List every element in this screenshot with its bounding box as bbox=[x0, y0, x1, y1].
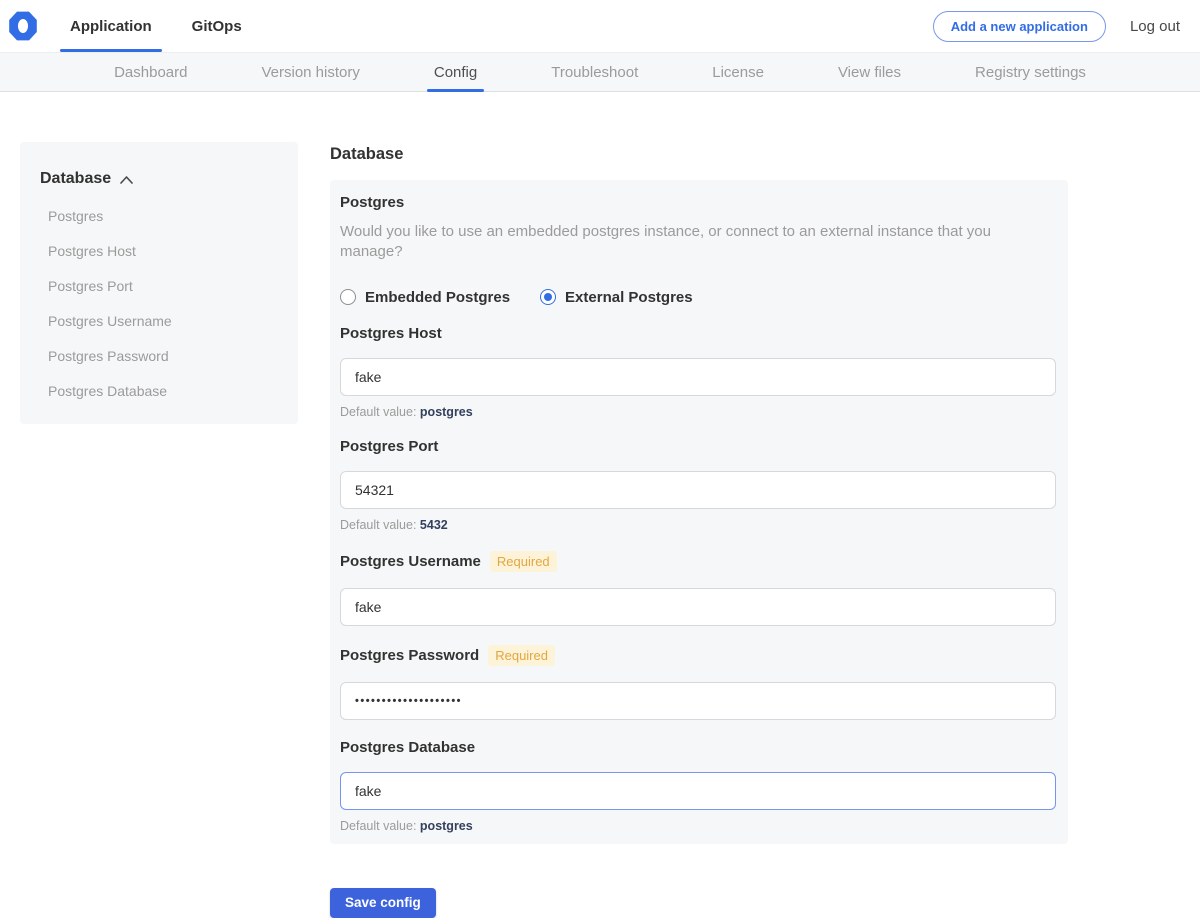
sidebar-item-postgres-host[interactable]: Postgres Host bbox=[40, 244, 278, 258]
field-label-text: Postgres Host bbox=[340, 325, 442, 342]
subnav-item-version-history[interactable]: Version history bbox=[254, 53, 366, 91]
field-label-postgres-username: Postgres Username Required bbox=[340, 551, 1056, 572]
field-label-postgres-database: Postgres Database bbox=[340, 739, 1056, 756]
add-new-application-button[interactable]: Add a new application bbox=[933, 11, 1106, 42]
header-tab-gitops[interactable]: GitOps bbox=[182, 0, 252, 52]
default-value: postgres bbox=[420, 819, 473, 833]
sidebar-group-label: Database bbox=[40, 170, 111, 188]
default-value-prefix: Default value: bbox=[340, 405, 416, 419]
config-group-panel: Postgres Would you like to use an embedd… bbox=[330, 180, 1068, 844]
subnav-item-license[interactable]: License bbox=[705, 53, 771, 91]
subnav-item-registry-settings[interactable]: Registry settings bbox=[968, 53, 1093, 91]
default-value-line: Default value: postgres bbox=[340, 405, 1056, 419]
sidebar-item-postgres[interactable]: Postgres bbox=[40, 209, 278, 223]
subnav-item-troubleshoot[interactable]: Troubleshoot bbox=[544, 53, 645, 91]
default-value: postgres bbox=[420, 405, 473, 419]
radio-checked-icon bbox=[540, 289, 556, 305]
field-label-text: Postgres Port bbox=[340, 438, 438, 455]
subnav-item-view-files[interactable]: View files bbox=[831, 53, 908, 91]
chevron-up-icon bbox=[120, 176, 133, 184]
header-tab-application-label: Application bbox=[70, 18, 152, 35]
field-label-text: Postgres Username bbox=[340, 553, 481, 570]
app-header: Application GitOps Add a new application… bbox=[0, 0, 1200, 52]
sidebar-item-postgres-database[interactable]: Postgres Database bbox=[40, 384, 278, 398]
config-main: Database Postgres Would you like to use … bbox=[330, 142, 1068, 918]
postgres-host-input[interactable] bbox=[340, 358, 1056, 396]
logout-link[interactable]: Log out bbox=[1130, 18, 1180, 35]
sidebar-item-postgres-password[interactable]: Postgres Password bbox=[40, 349, 278, 363]
sidebar-item-postgres-port[interactable]: Postgres Port bbox=[40, 279, 278, 293]
config-sidebar: Database Postgres Postgres Host Postgres… bbox=[20, 142, 298, 424]
header-tab-application[interactable]: Application bbox=[60, 0, 162, 52]
postgres-type-radio-group: Embedded Postgres External Postgres bbox=[340, 289, 1056, 306]
default-value-line: Default value: postgres bbox=[340, 819, 1056, 833]
header-right: Add a new application Log out bbox=[933, 11, 1180, 42]
radio-external-postgres-label: External Postgres bbox=[565, 289, 693, 306]
radio-embedded-postgres[interactable]: Embedded Postgres bbox=[340, 289, 510, 306]
app-logo-icon bbox=[8, 11, 38, 41]
sidebar-group-database[interactable]: Database bbox=[40, 170, 278, 188]
field-label-postgres-port: Postgres Port bbox=[340, 438, 1056, 455]
subnav-item-dashboard[interactable]: Dashboard bbox=[107, 53, 194, 91]
section-title: Database bbox=[330, 145, 1068, 164]
field-label-text: Postgres Database bbox=[340, 739, 475, 756]
content-area: Database Postgres Postgres Host Postgres… bbox=[0, 92, 1200, 918]
radio-external-postgres[interactable]: External Postgres bbox=[540, 289, 693, 306]
default-value: 5432 bbox=[420, 518, 448, 532]
header-tab-gitops-label: GitOps bbox=[192, 18, 242, 35]
group-label: Postgres bbox=[340, 194, 1056, 211]
radio-embedded-postgres-label: Embedded Postgres bbox=[365, 289, 510, 306]
postgres-port-input[interactable] bbox=[340, 471, 1056, 509]
field-label-postgres-password: Postgres Password Required bbox=[340, 645, 1056, 666]
save-config-button[interactable]: Save config bbox=[330, 888, 436, 918]
field-label-text: Postgres Password bbox=[340, 647, 479, 664]
subnav-item-config[interactable]: Config bbox=[427, 53, 484, 91]
postgres-password-input[interactable] bbox=[340, 682, 1056, 720]
sidebar-item-postgres-username[interactable]: Postgres Username bbox=[40, 314, 278, 328]
field-label-postgres-host: Postgres Host bbox=[340, 325, 1056, 342]
app-subnav: Dashboard Version history Config Trouble… bbox=[0, 52, 1200, 92]
postgres-database-input[interactable] bbox=[340, 772, 1056, 810]
default-value-prefix: Default value: bbox=[340, 518, 416, 532]
group-description: Would you like to use an embedded postgr… bbox=[340, 222, 1056, 263]
radio-unchecked-icon bbox=[340, 289, 356, 305]
default-value-prefix: Default value: bbox=[340, 819, 416, 833]
postgres-username-input[interactable] bbox=[340, 588, 1056, 626]
required-badge: Required bbox=[488, 645, 555, 666]
default-value-line: Default value: 5432 bbox=[340, 518, 1056, 532]
required-badge: Required bbox=[490, 551, 557, 572]
